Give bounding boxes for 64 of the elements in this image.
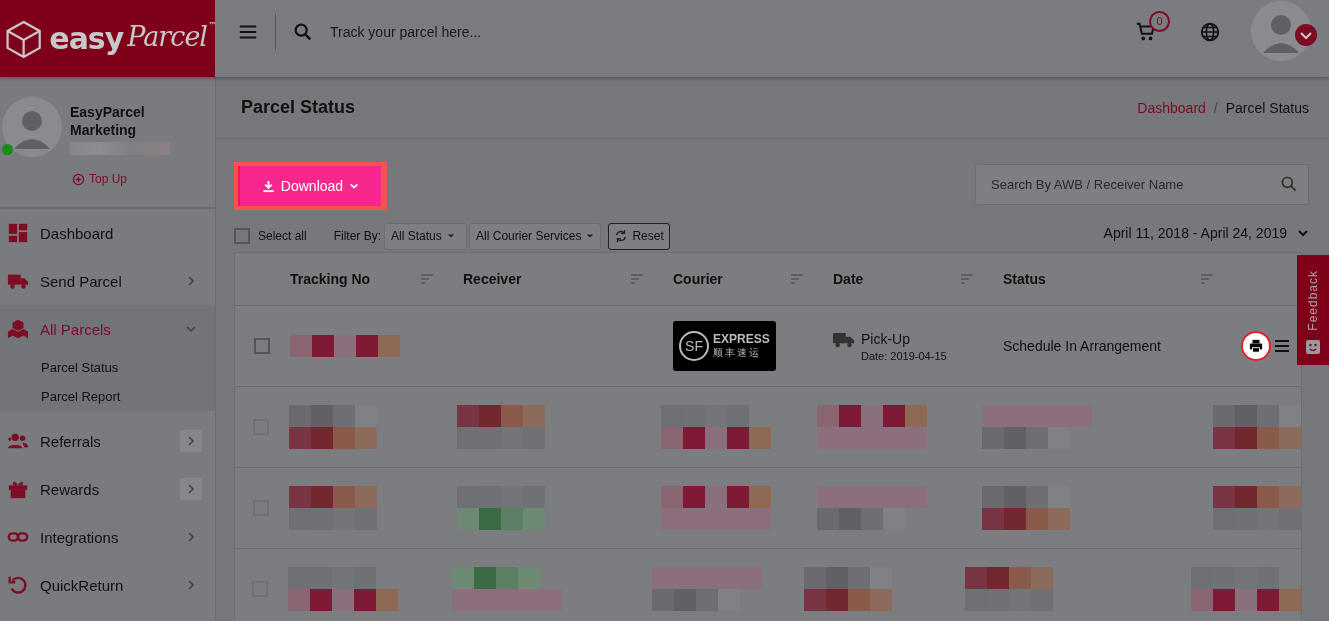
nav-item[interactable]: Rewards [0,465,215,513]
nav-item[interactable]: Dashboard [0,209,215,257]
page-title: Parcel Status [241,97,356,118]
breadcrumb-current: Parcel Status [1225,99,1309,116]
status-text: Schedule In Arrangement [1003,338,1161,354]
nav-item[interactable]: Referrals [0,417,215,465]
track-search-field[interactable]: Track your parcel here... [328,23,1135,41]
column-header[interactable]: Receiver [463,271,522,287]
filter-dropdown[interactable]: All Status [384,222,468,250]
event-name: Pick-Up [861,330,911,347]
smiley-icon [1305,339,1321,355]
sort-icon[interactable] [1201,274,1213,284]
column-header[interactable]: Status [1003,271,1046,287]
caret-icon [446,232,455,240]
sort-icon[interactable] [791,274,803,284]
nav-subitem[interactable]: Parcel Report [0,382,121,411]
breadcrumb-separator: / [1213,99,1218,116]
sort-icon[interactable] [421,274,433,284]
column-header[interactable]: Tracking No [290,271,371,287]
top-up-link[interactable]: Top Up [72,172,128,186]
caret-icon[interactable] [1295,24,1317,46]
nav-item[interactable]: QuickReturn [0,561,215,609]
refresh-icon [614,229,629,243]
nav-item[interactable]: Integrations [0,513,215,561]
caret-icon [586,232,595,240]
select-all-checkbox[interactable] [234,228,250,244]
nav-item[interactable]: Send Parcel [0,257,215,305]
dashboard-icon [6,222,30,244]
search-icon[interactable] [292,21,314,43]
print-button[interactable] [1241,331,1271,361]
row-checkbox[interactable] [253,338,270,354]
logo-text: easyParcel$^{™}$ [49,21,215,56]
user-name: EasyParcel Marketing [70,103,146,139]
search-icon[interactable] [1279,173,1299,194]
globe-icon[interactable] [1199,21,1221,43]
cart-count-badge: 0 [1149,11,1170,32]
avatar[interactable] [1251,1,1311,61]
chevron-button[interactable] [180,430,202,452]
sort-icon[interactable] [631,274,643,284]
chevron-down-icon [1297,227,1309,239]
truck-icon [833,330,855,348]
column-header[interactable]: Date [833,271,864,287]
chevron-button[interactable] [180,478,202,500]
nav-item[interactable]: All Parcels [0,305,215,353]
search-field[interactable]: Search By AWB / Receiver Name [975,163,1309,205]
download-icon [261,179,275,193]
download-button[interactable]: Download [238,166,381,206]
breadcrumb-link[interactable]: Dashboard [1137,99,1206,116]
menu-icon[interactable] [1275,339,1289,353]
filter-dropdown[interactable]: All Courier Services [469,222,602,250]
cart-icon[interactable] [1135,21,1157,43]
caret-icon [349,181,360,191]
plus-circle-icon [72,172,85,186]
reset-button[interactable]: Reset [608,222,670,250]
event-date: Date: 2019-04-15 [861,349,947,362]
date-range-dropdown[interactable]: April 11, 2018 - April 24, 2019 [1103,225,1309,247]
select-all-label: Select all [258,229,307,243]
feedback-tab[interactable]: Feedback [1297,255,1329,365]
boxes-icon [6,318,30,340]
column-header[interactable]: Courier [673,271,723,287]
filter-label: Filter By: [333,229,382,243]
printer-icon [1249,339,1263,353]
nav-subitem[interactable]: Parcel Status [0,353,119,382]
sort-icon[interactable] [961,274,973,284]
